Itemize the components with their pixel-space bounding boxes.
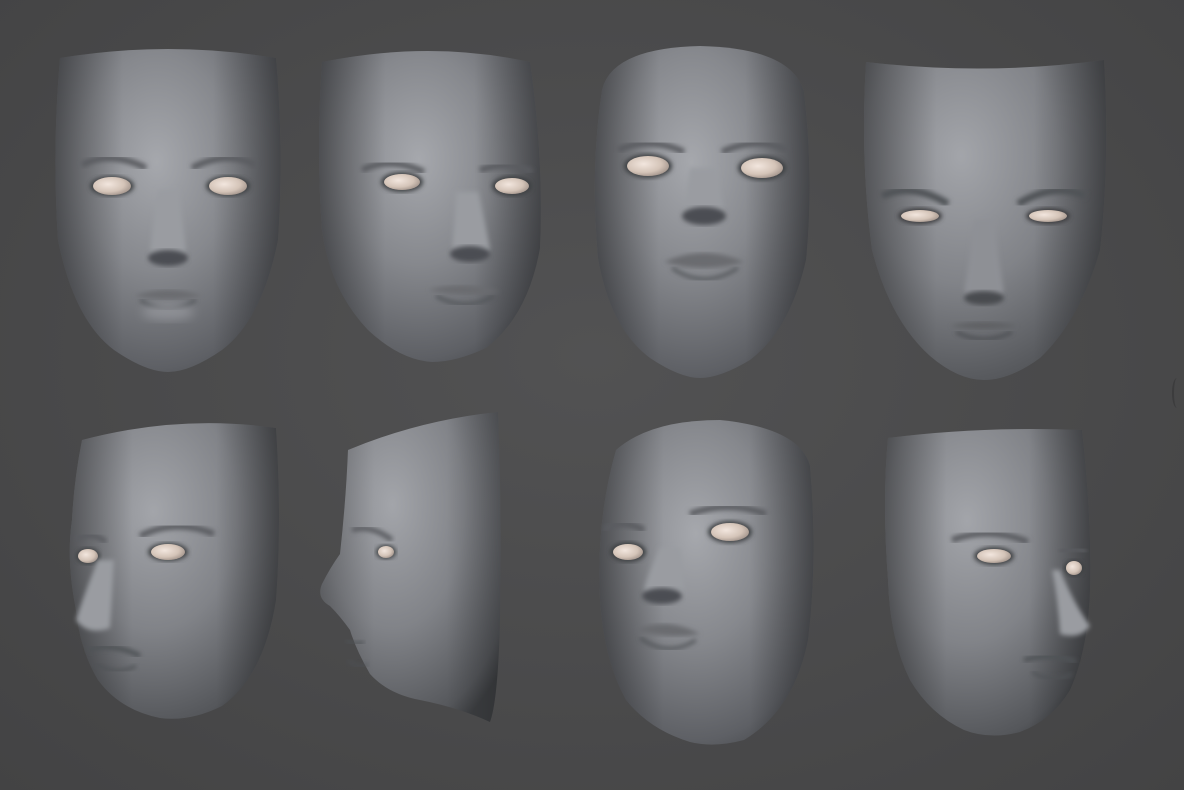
faces-render (55, 46, 1107, 745)
face-front-looking-up (594, 46, 810, 378)
face-front (55, 49, 281, 372)
face-front-looking-down (864, 60, 1107, 380)
face-front-slight-left (319, 51, 541, 362)
face-profile-left (320, 412, 501, 722)
face-three-quarter-right (885, 429, 1091, 736)
viewport-edge-handle (1172, 378, 1182, 408)
face-three-quarter-up-left (599, 420, 814, 745)
viewport-canvas (0, 0, 1184, 790)
face-three-quarter-left (69, 423, 279, 719)
